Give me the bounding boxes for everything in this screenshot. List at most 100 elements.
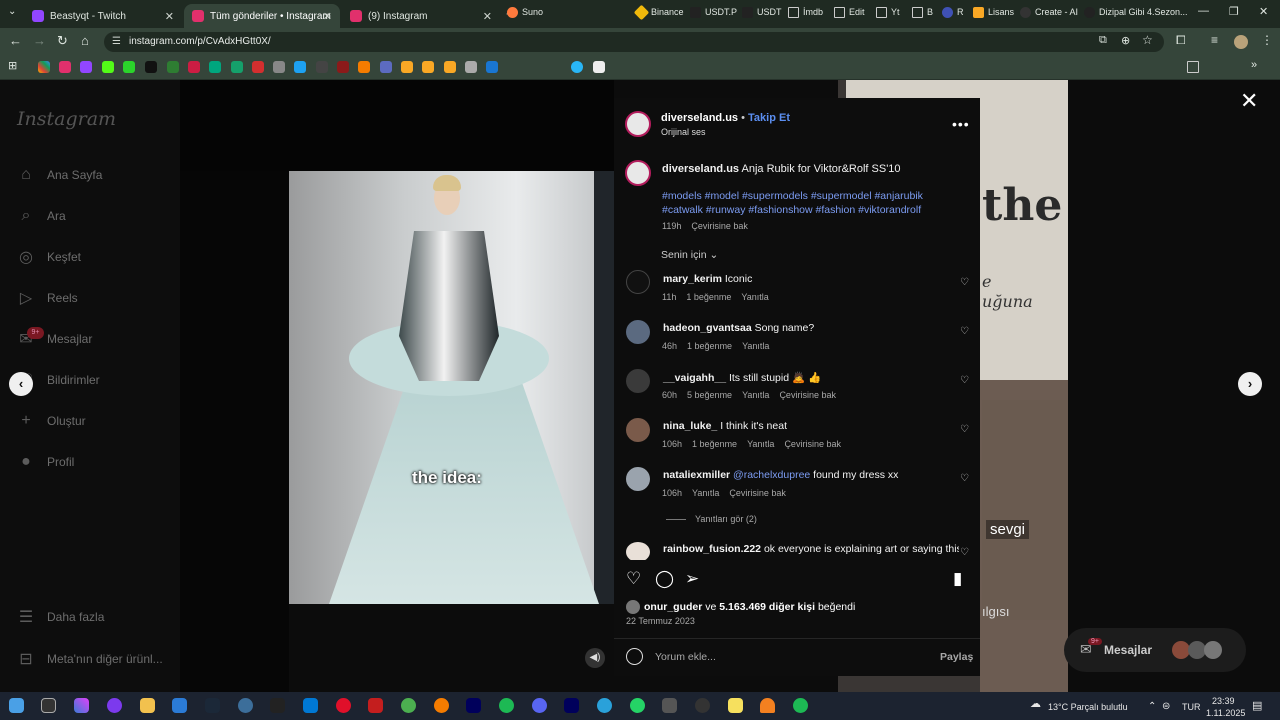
media-control-icon[interactable]: ≡ — [1211, 33, 1218, 47]
like-comment-icon[interactable]: ♡ — [960, 326, 969, 337]
bookmark-icon[interactable] — [593, 61, 605, 73]
tray-overflow-icon[interactable]: ⌃ — [1148, 701, 1156, 712]
previous-post-button[interactable]: ‹ — [9, 372, 33, 396]
author-avatar[interactable] — [625, 160, 651, 186]
bookmark-lisans[interactable]: Lisans — [973, 4, 1014, 20]
nav-reels[interactable]: ▷ Reels — [17, 288, 78, 308]
close-tab-icon[interactable]: ✕ — [165, 10, 174, 23]
bookmark-r[interactable]: R — [942, 4, 964, 20]
start-icon[interactable] — [9, 698, 24, 713]
sticky-notes-icon[interactable] — [728, 698, 743, 713]
whatsapp-icon[interactable] — [630, 698, 645, 713]
see-translation-link[interactable]: Çevirisine bak — [779, 390, 836, 400]
commenter-avatar[interactable] — [626, 542, 650, 562]
kick-bookmark-icon[interactable] — [102, 61, 114, 73]
mail-icon[interactable] — [172, 698, 187, 713]
bookmark-icon[interactable] — [294, 61, 306, 73]
like-comment-icon[interactable]: ♡ — [960, 547, 969, 558]
comment-likes[interactable]: 1 beğenme — [687, 341, 732, 351]
instagram-logo[interactable]: Instagram — [17, 108, 116, 130]
follow-button[interactable]: Takip Et — [748, 112, 790, 124]
bookmark-imdb[interactable]: İmdb — [788, 4, 823, 20]
comment-username[interactable]: nataliexmiller — [663, 469, 730, 481]
app-icon[interactable] — [107, 698, 122, 713]
audition-icon[interactable] — [564, 698, 579, 713]
store-icon[interactable] — [303, 698, 318, 713]
more-options-icon[interactable]: ••• — [952, 116, 970, 132]
close-tab-icon[interactable]: ✕ — [323, 10, 332, 23]
comment-username[interactable]: __vaigahh__ — [663, 372, 726, 384]
app-icon[interactable] — [793, 698, 808, 713]
opera-icon[interactable] — [336, 698, 351, 713]
bookmark-icon[interactable] — [422, 61, 434, 73]
discord-icon[interactable] — [532, 698, 547, 713]
menu-icon[interactable]: ⋮ — [1261, 33, 1273, 47]
comment-likes[interactable]: 5 beğenme — [687, 390, 732, 400]
bookmark-usdt[interactable]: USDT — [742, 4, 782, 20]
notifications-icon[interactable]: ▤ — [1252, 699, 1262, 712]
bookmark-create-ai[interactable]: Create - AI — [1020, 4, 1078, 20]
reply-link[interactable]: Yanıtla — [741, 292, 768, 302]
like-comment-icon[interactable]: ♡ — [960, 375, 969, 386]
app-icon[interactable] — [368, 698, 383, 713]
weather-icon[interactable]: ☁ — [1030, 697, 1041, 710]
bookmark-icon[interactable] — [465, 61, 477, 73]
comment-icon[interactable]: ◯ — [655, 569, 674, 589]
save-bookmark-icon[interactable]: ▮ — [953, 569, 962, 589]
install-app-icon[interactable]: ⧉ — [1099, 34, 1107, 47]
bookmark-icon[interactable] — [444, 61, 456, 73]
bookmark-icon[interactable] — [231, 61, 243, 73]
commenter-avatar[interactable] — [626, 320, 650, 344]
comment-username[interactable]: nina_luke_ — [663, 420, 717, 432]
bookmark-icon[interactable] — [145, 61, 157, 73]
bookmark-usdt-p[interactable]: USDT.P — [690, 4, 737, 20]
bookmark-yt[interactable]: Yt — [876, 4, 900, 20]
task-view-icon[interactable] — [41, 698, 56, 713]
after-effects-icon[interactable] — [466, 698, 481, 713]
liker-avatar[interactable] — [626, 600, 640, 614]
bookmark-edit[interactable]: Edit — [834, 4, 865, 20]
spotify-icon[interactable] — [499, 698, 514, 713]
tab-instagram-all-posts[interactable]: Tüm gönderiler • Instagram ✕ — [184, 4, 340, 28]
site-info-icon[interactable]: ☰ — [112, 32, 121, 52]
bookmark-b[interactable]: B — [912, 4, 933, 20]
commenter-avatar[interactable] — [626, 418, 650, 442]
commenter-avatar[interactable] — [626, 270, 650, 294]
nav-explore[interactable]: ◎ Keşfet — [17, 247, 81, 267]
commenter-avatar[interactable] — [626, 369, 650, 393]
more-bookmarks-icon[interactable]: » — [1251, 59, 1257, 71]
reply-link[interactable]: Yanıtla — [742, 341, 769, 351]
calculator-icon[interactable] — [662, 698, 677, 713]
extensions-icon[interactable]: ⧠ — [1176, 33, 1186, 48]
see-translation-link[interactable]: Çevirisine bak — [784, 439, 841, 449]
chrome-icon[interactable] — [401, 698, 416, 713]
epic-games-icon[interactable] — [270, 698, 285, 713]
bookmark-icon[interactable] — [167, 61, 179, 73]
bookmark-icon[interactable] — [38, 61, 50, 73]
hashtags[interactable]: #catwalk #runway #fashionshow #fashion #… — [662, 204, 921, 216]
mute-icon[interactable]: ◀) — [585, 648, 605, 668]
bookmark-icon[interactable] — [337, 61, 349, 73]
audio-label[interactable]: Orijinal ses — [661, 127, 706, 137]
comment-mention[interactable]: @rachelxdupree — [733, 469, 810, 481]
caption-username[interactable]: diverseland.us — [662, 163, 739, 175]
comment-input[interactable]: Yorum ekle... — [655, 651, 716, 663]
tab-search-icon[interactable]: ⌄ — [8, 6, 16, 17]
hashtags[interactable]: #models #model #supermodels #supermodel … — [662, 190, 923, 202]
telegram-icon[interactable] — [597, 698, 612, 713]
nav-profile[interactable]: ● Profil — [17, 452, 74, 472]
author-avatar[interactable] — [625, 111, 651, 137]
post-video[interactable] — [289, 171, 614, 604]
view-replies-button[interactable]: Yanıtları gör (2) — [695, 514, 757, 524]
app-icon[interactable] — [238, 698, 253, 713]
weather-text[interactable]: 13°C Parçalı bulutlu — [1048, 702, 1128, 712]
bookmark-icon[interactable] — [380, 61, 392, 73]
liked-by-username[interactable]: onur_guder — [644, 601, 702, 613]
reload-icon[interactable]: ↻ — [57, 33, 68, 49]
comment-likes[interactable]: 1 beğenme — [686, 292, 731, 302]
app-icon[interactable] — [434, 698, 449, 713]
bookmark-suno[interactable]: Suno — [507, 4, 543, 20]
bookmark-icon[interactable] — [273, 61, 285, 73]
steam-icon[interactable] — [205, 698, 220, 713]
bookmark-icon[interactable] — [209, 61, 221, 73]
